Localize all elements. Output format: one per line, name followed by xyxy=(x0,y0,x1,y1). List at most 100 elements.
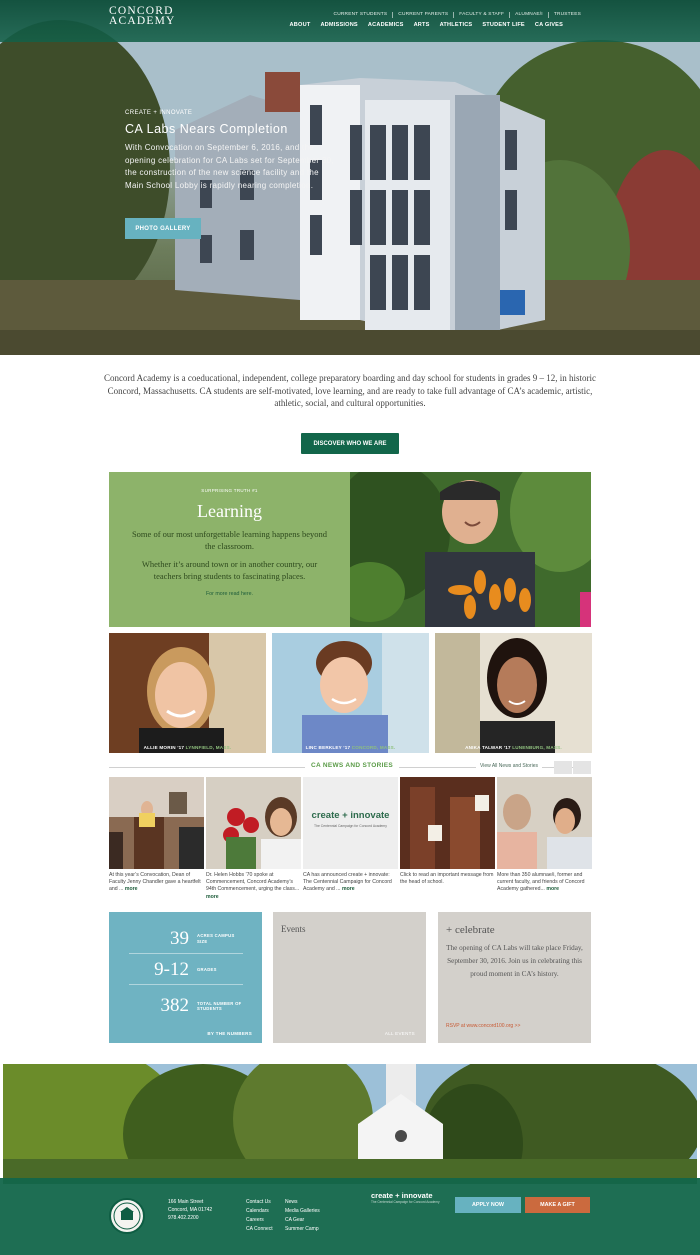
nav-about[interactable]: ABOUT xyxy=(285,22,316,28)
utility-nav: CURRENT STUDENTS CURRENT PARENTS FACULTY… xyxy=(329,12,586,18)
student-name: LINC BERKLEY ’17 xyxy=(305,745,351,750)
student-hometown: LUNENBURG, MASS. xyxy=(512,745,562,750)
campaign-logo[interactable]: create + innovate The Centennial Campaig… xyxy=(371,1191,440,1204)
news-more-link[interactable]: more xyxy=(546,886,559,892)
student-name: ALLIE MORIN ’17 xyxy=(143,745,185,750)
news-caption: Click to read an important message from … xyxy=(400,872,495,886)
footer-links-col-2: News Media Galleries CA Gear Summer Camp xyxy=(285,1198,320,1234)
footer-link-summer-camp[interactable]: Summer Camp xyxy=(285,1225,320,1234)
make-a-gift-button[interactable]: MAKE A GIFT xyxy=(525,1197,590,1213)
news-thumbnail: create + innovate The Centennial Campaig… xyxy=(303,777,398,869)
photo-gallery-button[interactable]: PHOTO GALLERY xyxy=(125,218,201,239)
util-link-trustees[interactable]: TRUSTEES xyxy=(547,12,586,18)
campus-chapel-photo xyxy=(3,1064,697,1184)
util-link-alumni[interactable]: ALUMNAE/I xyxy=(509,12,548,18)
nav-athletics[interactable]: ATHLETICS xyxy=(435,22,478,28)
student-name: ANIKA TALWAR ’17 xyxy=(465,745,511,750)
create-innovate-title: create + innovate xyxy=(311,810,390,821)
student-photo xyxy=(272,633,429,753)
news-caption: Dr. Helen Hobbs ’70 spoke at Commencemen… xyxy=(206,872,301,901)
nav-arts[interactable]: ARTS xyxy=(409,22,435,28)
site-footer: 166 Main Street Concord, MA 01742 978.40… xyxy=(0,1178,700,1255)
news-more-link[interactable]: more xyxy=(342,886,355,892)
footer-link-contact[interactable]: Contact Us xyxy=(246,1198,273,1207)
stat-label: ACRES CAMPUS SIZE xyxy=(197,933,235,944)
discover-who-we-are-button[interactable]: DISCOVER WHO WE ARE xyxy=(301,433,399,454)
by-the-numbers-panel[interactable]: 39 ACRES CAMPUS SIZE 9-12 GRADES 382 TOT… xyxy=(109,912,262,1043)
hero-body: With Convocation on September 6, 2016, a… xyxy=(125,143,334,190)
address-phone[interactable]: 978.402.2200 xyxy=(168,1214,212,1222)
news-section-title: CA NEWS AND STORIES xyxy=(305,762,400,769)
student-caption: ANIKA TALWAR ’17 LUNENBURG, MASS. xyxy=(435,745,592,750)
news-caption: At this year’s Convocation, Dean of Facu… xyxy=(109,872,204,894)
hero-banner: CONCORD ACADEMY CURRENT STUDENTS CURRENT… xyxy=(0,0,700,355)
news-item[interactable]: Dr. Helen Hobbs ’70 spoke at Commencemen… xyxy=(206,777,301,901)
rsvp-link[interactable]: RSVP at www.concord100.org >> xyxy=(446,1023,520,1029)
news-thumbnail xyxy=(497,777,592,869)
footer-link-calendars[interactable]: Calendars xyxy=(246,1207,273,1216)
site-logo[interactable]: CONCORD ACADEMY xyxy=(109,5,176,27)
learning-read-more-link[interactable]: For more read here. xyxy=(109,591,350,597)
learning-feature-panel: SURPRISING TRUTH #1 Learning Some of our… xyxy=(109,472,350,627)
logo-line-2: ACADEMY xyxy=(109,15,176,27)
news-prev-arrow-icon[interactable] xyxy=(554,761,572,774)
nav-ca-gives[interactable]: CA GIVES xyxy=(530,22,568,28)
top-navigation-bar: CONCORD ACADEMY CURRENT STUDENTS CURRENT… xyxy=(0,0,700,42)
news-caption-text: More than 350 alumnae/i, former and curr… xyxy=(497,872,585,893)
student-caption: ALLIE MORIN ’17 LYNNFIELD, MASS. xyxy=(109,745,266,750)
learning-photo xyxy=(350,472,591,627)
stat-row: 382 TOTAL NUMBER OF STUDENTS xyxy=(129,991,243,1021)
student-profile-card[interactable]: ALLIE MORIN ’17 LYNNFIELD, MASS. xyxy=(109,633,266,753)
news-more-link[interactable]: more xyxy=(206,894,219,900)
school-intro-text: Concord Academy is a coeducational, inde… xyxy=(103,373,597,409)
student-hometown: CONCORD, MASS. xyxy=(351,745,396,750)
create-innovate-subtitle: The Centennial Campaign for Concord Acad… xyxy=(314,824,387,828)
nav-academics[interactable]: ACADEMICS xyxy=(363,22,409,28)
news-item[interactable]: More than 350 alumnae/i, former and curr… xyxy=(497,777,592,894)
learning-paragraph-1: Some of our most unforgettable learning … xyxy=(131,529,328,551)
campaign-logo-title: create + innovate xyxy=(371,1191,433,1200)
hero-building-photo xyxy=(0,0,700,355)
nav-student-life[interactable]: STUDENT LIFE xyxy=(477,22,530,28)
news-more-link[interactable]: more xyxy=(125,886,138,892)
events-panel: Events ALL EVENTS xyxy=(273,912,426,1043)
all-events-link[interactable]: ALL EVENTS xyxy=(385,1031,415,1036)
apply-now-button[interactable]: APPLY NOW xyxy=(455,1197,521,1213)
address-street: 166 Main Street xyxy=(168,1199,204,1205)
news-caption: More than 350 alumnae/i, former and curr… xyxy=(497,872,592,894)
hero-title[interactable]: CA Labs Nears Completion xyxy=(125,122,335,136)
stat-label: GRADES xyxy=(197,966,217,972)
news-next-arrow-icon[interactable] xyxy=(573,761,591,774)
news-thumbnail xyxy=(206,777,301,869)
stat-row: 39 ACRES CAMPUS SIZE xyxy=(129,924,243,954)
hero-text-block: CREATE + INNOVATE CA Labs Nears Completi… xyxy=(125,110,335,192)
util-link-faculty-staff[interactable]: FACULTY & STAFF xyxy=(453,12,509,18)
news-item[interactable]: create + innovate The Centennial Campaig… xyxy=(303,777,398,894)
footer-link-ca-gear[interactable]: CA Gear xyxy=(285,1216,320,1225)
school-seal-icon[interactable] xyxy=(109,1198,145,1234)
stat-number: 9-12 xyxy=(154,958,189,980)
footer-link-careers[interactable]: Careers xyxy=(246,1216,273,1225)
news-item[interactable]: At this year’s Convocation, Dean of Facu… xyxy=(109,777,204,894)
news-thumbnail xyxy=(109,777,204,869)
footer-link-ca-connect[interactable]: CA Connect xyxy=(246,1225,273,1234)
celebrate-body: The opening of CA Labs will take place F… xyxy=(446,944,583,978)
news-item[interactable]: Click to read an important message from … xyxy=(400,777,495,886)
news-caption-text: Click to read an important message from … xyxy=(400,872,494,886)
view-all-news-link[interactable]: View All News and Stories xyxy=(476,763,542,769)
news-header: CA NEWS AND STORIES View All News and St… xyxy=(109,761,591,774)
util-link-current-parents[interactable]: CURRENT PARENTS xyxy=(392,12,453,18)
nav-admissions[interactable]: ADMISSIONS xyxy=(315,22,362,28)
footer-link-news[interactable]: News xyxy=(285,1198,320,1207)
stat-label: TOTAL NUMBER OF STUDENTS xyxy=(197,1000,242,1012)
footer-address: 166 Main Street Concord, MA 01742 978.40… xyxy=(168,1198,212,1222)
news-thumbnail xyxy=(400,777,495,869)
student-profile-card[interactable]: LINC BERKLEY ’17 CONCORD, MASS. xyxy=(272,633,429,753)
student-profile-card[interactable]: ANIKA TALWAR ’17 LUNENBURG, MASS. xyxy=(435,633,592,753)
util-link-current-students[interactable]: CURRENT STUDENTS xyxy=(329,12,393,18)
celebrate-panel: + celebrate The opening of CA Labs will … xyxy=(438,912,591,1043)
learning-title: Learning xyxy=(197,501,262,521)
student-caption: LINC BERKLEY ’17 CONCORD, MASS. xyxy=(272,745,429,750)
footer-link-media-galleries[interactable]: Media Galleries xyxy=(285,1207,320,1216)
address-city: Concord, MA 01742 xyxy=(168,1207,213,1213)
